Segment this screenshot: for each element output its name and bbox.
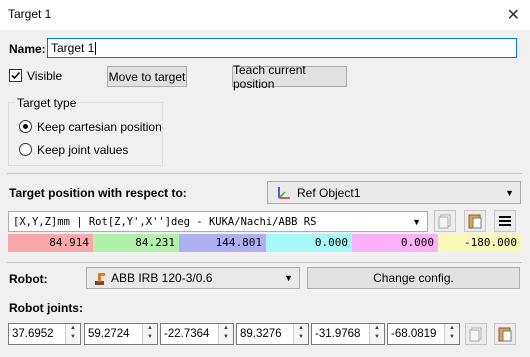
spinner-arrows-icon[interactable]: ▲ ▼ xyxy=(444,324,459,344)
reference-label: Target position with respect to: xyxy=(9,186,187,200)
chevron-down-icon: ▼ xyxy=(284,273,293,283)
pose-x-value[interactable]: 84.914 xyxy=(8,234,93,252)
spinner-arrows-icon[interactable]: ▲ ▼ xyxy=(218,324,233,344)
pose-ry-value[interactable]: 0.000 xyxy=(352,234,438,252)
reference-frame-icon xyxy=(278,186,290,199)
keep-joint-values-radio[interactable] xyxy=(19,143,32,156)
change-config-button[interactable]: Change config. xyxy=(307,267,520,289)
paste-icon xyxy=(498,327,512,342)
robot-select[interactable]: ABB IRB 120-3/0.6 ▼ xyxy=(86,267,300,289)
visible-label: Visible xyxy=(27,69,63,83)
name-label: Name: xyxy=(9,42,46,56)
window-title: Target 1 xyxy=(8,7,52,21)
pose-rx-value[interactable]: -180.000 xyxy=(438,234,521,252)
menu-button[interactable] xyxy=(494,210,516,232)
copy-icon xyxy=(438,214,451,229)
joint-5-value: -31.9768 xyxy=(315,328,361,340)
paste-joints-button[interactable] xyxy=(494,323,516,345)
pose-rz-value[interactable]: 0.000 xyxy=(266,234,352,252)
paste-icon xyxy=(468,214,482,229)
keep-joint-values-label: Keep joint values xyxy=(37,143,129,157)
checkmark-icon xyxy=(11,71,21,80)
joint-4-input[interactable]: 89.3276 ▲ ▼ xyxy=(236,323,309,345)
chevron-down-icon: ▼ xyxy=(505,187,514,198)
close-icon[interactable]: ✕ xyxy=(507,5,520,25)
copy-joints-button[interactable] xyxy=(465,323,487,345)
pose-y-value[interactable]: 84.231 xyxy=(93,234,179,252)
name-input[interactable]: Target 1 xyxy=(47,38,517,58)
pose-z-value[interactable]: 144.801 xyxy=(179,234,266,252)
move-to-target-button[interactable]: Move to target xyxy=(107,66,187,87)
separator xyxy=(7,173,522,174)
robot-joints-label: Robot joints: xyxy=(9,301,83,315)
keep-cartesian-label: Keep cartesian position xyxy=(37,120,162,134)
spinner-arrows-icon[interactable]: ▲ ▼ xyxy=(369,324,384,344)
reference-select[interactable]: Ref Object1 ▼ xyxy=(267,181,521,204)
text-cursor xyxy=(95,41,97,55)
reference-value: Ref Object1 xyxy=(297,185,361,200)
visible-checkbox[interactable] xyxy=(9,69,22,82)
paste-pose-button[interactable] xyxy=(464,210,486,232)
target-type-title: Target type xyxy=(15,96,79,110)
joint-5-input[interactable]: -31.9768 ▲ ▼ xyxy=(311,323,385,345)
joint-4-value: 89.3276 xyxy=(240,328,282,340)
joint-2-input[interactable]: 59.2724 ▲ ▼ xyxy=(84,323,158,345)
joint-3-input[interactable]: -22.7364 ▲ ▼ xyxy=(160,323,234,345)
title-bar: Target 1 ✕ xyxy=(0,0,530,30)
spinner-arrows-icon[interactable]: ▲ ▼ xyxy=(142,324,157,344)
chevron-down-icon: ▼ xyxy=(412,216,421,227)
keep-cartesian-radio[interactable] xyxy=(19,120,32,133)
separator xyxy=(7,262,522,263)
spinner-arrows-icon[interactable]: ▲ ▼ xyxy=(293,324,308,344)
joint-1-input[interactable]: 37.6952 ▲ ▼ xyxy=(8,323,81,345)
robot-label: Robot: xyxy=(9,272,48,286)
robot-arm-icon xyxy=(95,273,105,285)
format-select[interactable]: [X,Y,Z]mm | Rot[Z,Y',X'']deg - KUKA/Nach… xyxy=(8,211,428,232)
teach-current-position-button[interactable]: Teach current position xyxy=(232,63,347,91)
robot-value: ABB IRB 120-3/0.6 xyxy=(111,271,213,285)
joint-1-value: 37.6952 xyxy=(12,328,54,340)
joint-6-value: -68.0819 xyxy=(391,328,437,340)
format-value: [X,Y,Z]mm | Rot[Z,Y',X'']deg - KUKA/Nach… xyxy=(13,215,317,228)
joint-2-value: 59.2724 xyxy=(88,328,130,340)
name-input-value: Target 1 xyxy=(51,41,95,55)
joint-3-value: -22.7364 xyxy=(164,328,210,340)
copy-pose-button[interactable] xyxy=(434,210,456,232)
joint-6-input[interactable]: -68.0819 ▲ ▼ xyxy=(387,323,460,345)
hamburger-menu-icon xyxy=(499,216,511,226)
spinner-arrows-icon[interactable]: ▲ ▼ xyxy=(65,324,80,344)
copy-icon xyxy=(469,327,482,342)
